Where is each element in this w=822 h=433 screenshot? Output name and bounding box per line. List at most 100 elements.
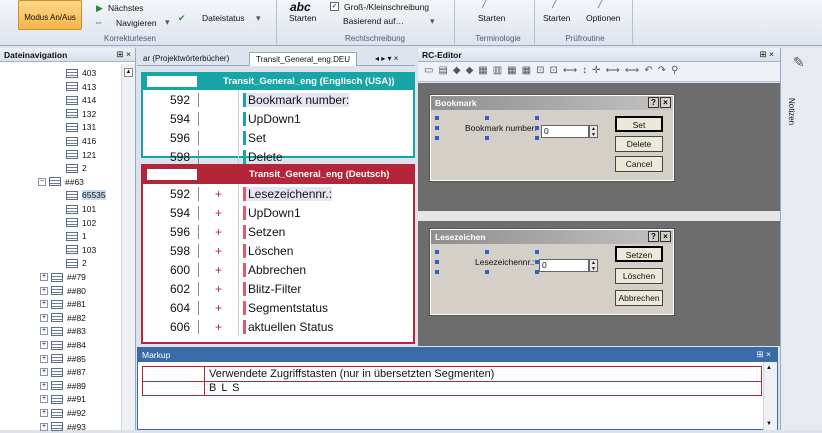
expand-icon[interactable]: + (40, 300, 48, 309)
selection-handle[interactable] (435, 136, 439, 140)
target-row[interactable]: 604 + Segmentstatus (143, 298, 413, 317)
selection-handle[interactable] (535, 250, 539, 254)
tab-transit-deu[interactable]: Transit_General_eng.DEU (249, 52, 357, 66)
expand-icon[interactable]: + (40, 368, 48, 377)
tree-node[interactable]: 414 (66, 94, 96, 106)
tree-node[interactable]: 121 (66, 149, 96, 161)
delete-button[interactable]: Delete (615, 136, 663, 152)
tree-node[interactable]: 103 (66, 244, 96, 256)
expand-icon[interactable]: + (40, 395, 48, 404)
case-checkbox[interactable]: ✓ (330, 2, 339, 11)
pin-close-icon[interactable]: ⊞ × (757, 349, 771, 360)
tree-node[interactable]: + ##80 (40, 285, 86, 297)
scrollbar[interactable]: ▲ (121, 64, 135, 430)
tree-node[interactable]: + ##83 (40, 325, 86, 337)
tree-node[interactable]: 102 (66, 217, 96, 229)
expand-icon[interactable]: + (40, 381, 48, 390)
expand-icon[interactable]: + (40, 341, 48, 349)
selection-handle[interactable] (435, 116, 439, 120)
tree-node[interactable]: − ##63 (38, 176, 84, 188)
spinner-icon[interactable]: ▲ ▼ (589, 259, 598, 272)
check-start-button[interactable]: Starten (543, 13, 570, 23)
selection-handle[interactable] (485, 136, 489, 140)
tree-node[interactable]: 132 (66, 108, 96, 120)
navigate-button[interactable]: Navigieren (116, 18, 157, 28)
loeschen-button[interactable]: Löschen (615, 268, 663, 284)
selection-handle[interactable] (535, 260, 539, 264)
bookmark-number-input[interactable]: 0 (541, 125, 589, 138)
scrollbar[interactable]: ▲ ▼ (763, 362, 777, 430)
setzen-button[interactable]: Setzen (615, 246, 663, 262)
selection-handle[interactable] (485, 270, 489, 274)
tree-node[interactable]: + ##84 (40, 339, 86, 351)
scroll-down-icon[interactable]: ▼ (766, 421, 772, 427)
target-row[interactable]: 596 + Setzen (143, 222, 413, 241)
spellcheck-start-button[interactable]: Starten (289, 13, 316, 23)
tree-node[interactable]: 2 (66, 162, 87, 174)
spinner-icon[interactable]: ▲ ▼ (589, 125, 598, 138)
filestatus-button[interactable]: Dateistatus (202, 13, 245, 23)
tree-node[interactable]: + ##89 (40, 380, 86, 392)
selection-handle[interactable] (535, 126, 539, 130)
notes-tab[interactable]: Notizen (787, 98, 796, 125)
collapse-icon[interactable]: − (38, 177, 46, 186)
tree-node[interactable]: + ##93 (40, 421, 86, 433)
tab-controls[interactable]: ◂ ▸ ▾ × (369, 52, 404, 66)
tree-node[interactable]: + ##79 (40, 271, 86, 283)
selection-handle[interactable] (535, 136, 539, 140)
expand-icon[interactable]: + (40, 286, 48, 295)
selection-handle[interactable] (435, 126, 439, 130)
source-row[interactable]: 594 UpDown1 (143, 109, 413, 128)
target-row[interactable]: 602 + Blitz-Filter (143, 279, 413, 298)
modus-toggle-button[interactable]: Modus An/Aus (18, 0, 82, 30)
selection-handle[interactable] (435, 250, 439, 254)
dropdown-arrow-icon[interactable]: ▾ (256, 13, 261, 24)
options-button[interactable]: Optionen (586, 13, 621, 23)
target-row[interactable]: 600 + Abbrechen (143, 260, 413, 279)
close-icon[interactable]: × (660, 231, 671, 242)
scroll-up-icon[interactable]: ▲ (766, 365, 772, 371)
target-row[interactable]: 606 + aktuellen Status (143, 317, 413, 336)
source-row[interactable]: 592 Bookmark number: (143, 90, 413, 109)
dropdown-arrow-icon[interactable]: ▾ (165, 17, 170, 28)
expand-icon[interactable]: + (40, 422, 48, 431)
tree-node[interactable]: 131 (66, 121, 96, 133)
terminology-start-button[interactable]: Starten (478, 13, 505, 23)
selection-handle[interactable] (535, 270, 539, 274)
pin-close-icon[interactable]: ⊞ × (117, 49, 131, 60)
help-icon[interactable]: ? (648, 231, 659, 242)
expand-icon[interactable]: + (40, 354, 48, 363)
selection-handle[interactable] (485, 250, 489, 254)
abbrechen-button[interactable]: Abbrechen (615, 290, 663, 306)
tree-node[interactable]: 416 (66, 135, 96, 147)
scroll-up-icon[interactable]: ▲ (124, 68, 133, 77)
tree-node[interactable]: 1 (66, 230, 87, 242)
pin-close-icon[interactable]: ⊞ × (760, 49, 774, 60)
target-row[interactable]: 594 + UpDown1 (143, 203, 413, 222)
target-row[interactable]: 592 + Lesezeichennr.: (143, 184, 413, 203)
bookmark-dialog[interactable]: Bookmark ? × Bookmark number: 0 ▲ ▼ Set De… (429, 94, 675, 182)
cancel-button[interactable]: Cancel (615, 156, 663, 172)
expand-icon[interactable]: + (40, 327, 48, 336)
rc-toolbar[interactable]: ▭▤◆◆▦▥▦▦⊡⊡⟷↕✛⟷⟷↶↷⚲ (418, 62, 780, 82)
tree-node[interactable]: + ##85 (40, 353, 86, 365)
expand-icon[interactable]: + (40, 409, 48, 417)
help-icon[interactable]: ? (648, 97, 659, 108)
tree-node[interactable]: + ##82 (40, 312, 86, 324)
set-button[interactable]: Set (615, 116, 663, 132)
expand-icon[interactable]: + (40, 313, 48, 322)
tree-node[interactable]: 413 (66, 81, 96, 93)
tab-dictionaries[interactable]: ar (Projektwörterbücher) (137, 52, 235, 66)
selection-handle[interactable] (485, 116, 489, 120)
tree-node[interactable]: 403 (66, 67, 96, 79)
dropdown-arrow-icon[interactable]: ▾ (430, 16, 435, 27)
lesezeichennr-input[interactable]: 0 (539, 259, 589, 272)
tree-node[interactable]: + ##81 (40, 298, 86, 310)
tree-node[interactable]: 2 (66, 257, 87, 269)
close-icon[interactable]: × (660, 97, 671, 108)
tree-node[interactable]: + ##87 (40, 366, 86, 378)
lesezeichen-dialog[interactable]: Lesezeichen ? × Lesezeichennr.: 0 ▲ ▼ Setz… (429, 228, 675, 316)
tree-node[interactable]: + ##92 (40, 407, 86, 419)
next-button[interactable]: Nächstes (108, 3, 143, 13)
tree-node[interactable]: 101 (66, 203, 96, 215)
